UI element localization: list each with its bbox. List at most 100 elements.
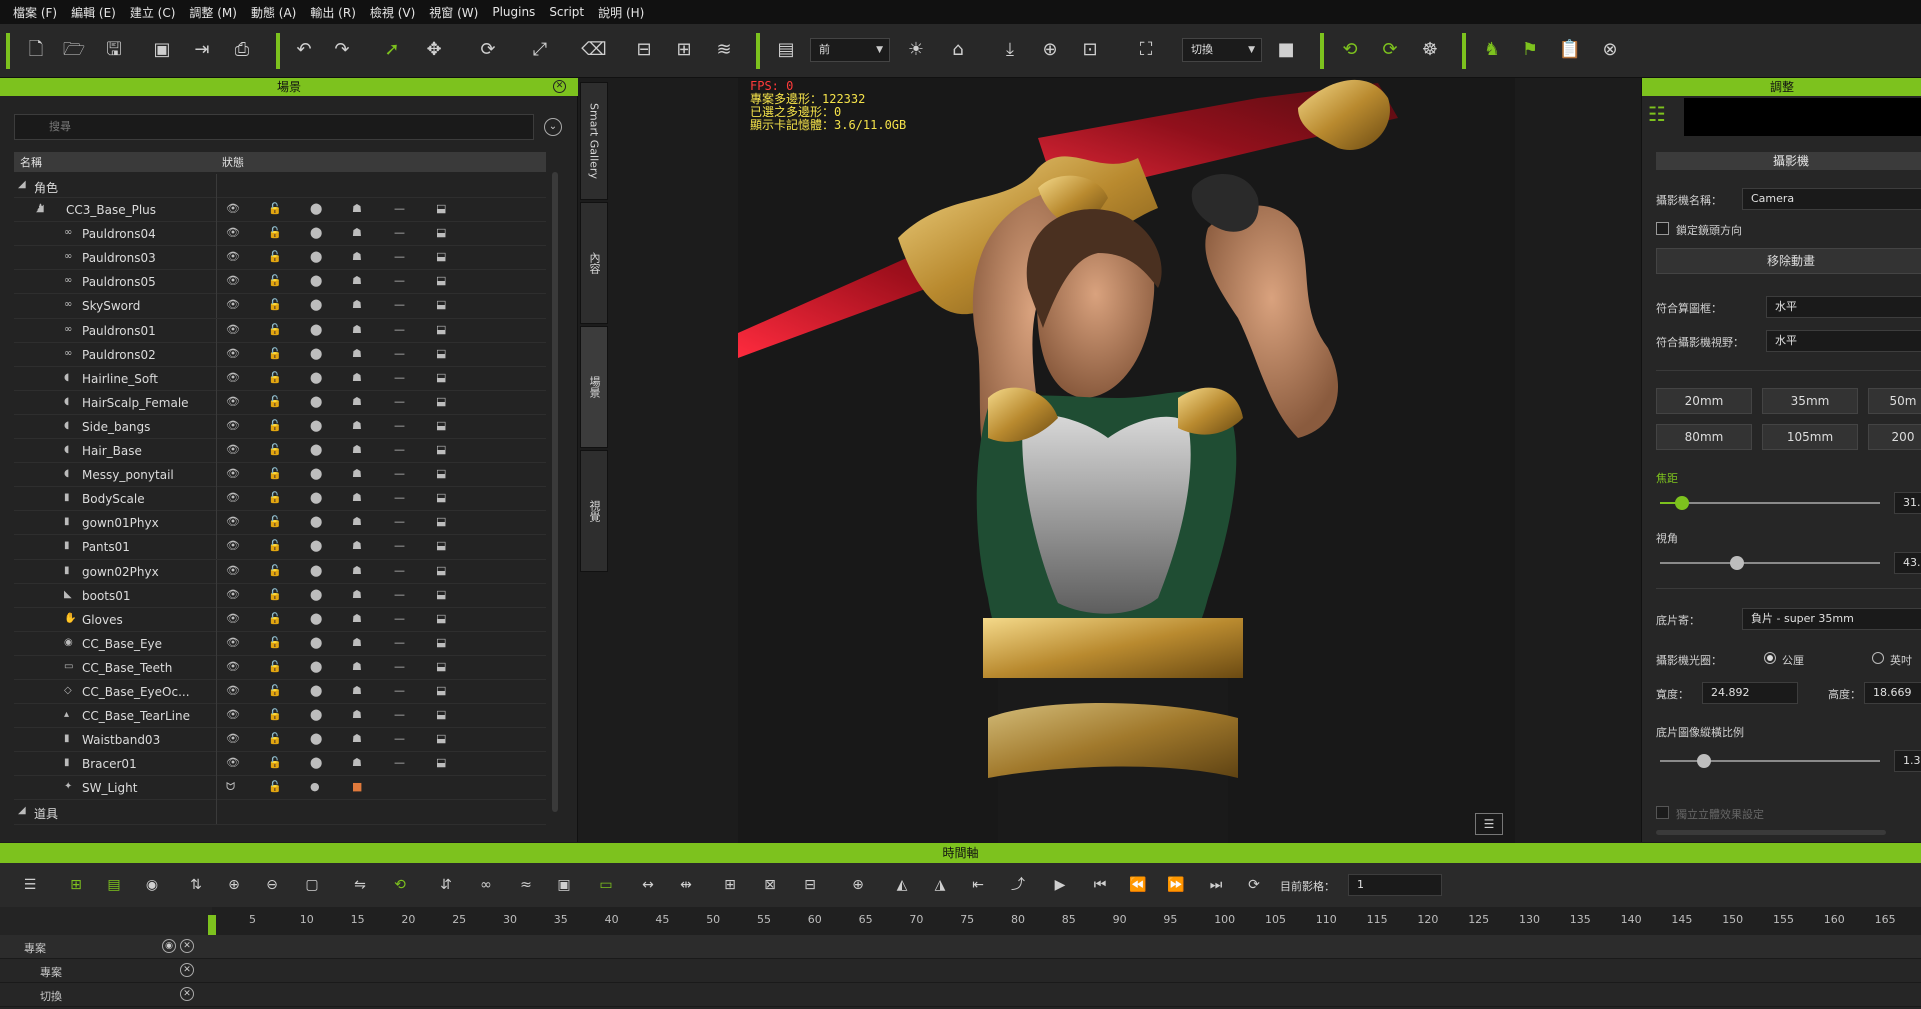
line-icon[interactable]: — — [394, 443, 405, 456]
line-icon[interactable]: — — [394, 491, 405, 504]
loop-mode-icon[interactable]: ⟳ — [1242, 873, 1266, 897]
shadow-icon[interactable]: ☗ — [352, 371, 362, 384]
eye-icon[interactable]: 👁 — [226, 250, 240, 263]
lock-icon[interactable]: 🔓 — [268, 250, 282, 263]
sphere-icon[interactable]: ● — [310, 780, 320, 793]
light-icon[interactable]: ☀ — [902, 36, 930, 64]
eye-icon[interactable]: 👁 — [226, 756, 240, 769]
sphere-icon[interactable]: ⬤ — [310, 419, 322, 432]
tree-row[interactable]: ▮ Bracer01 👁 🔓 ⬤ ☗ — ⬓ — [14, 752, 546, 777]
line-icon[interactable]: — — [394, 756, 405, 769]
open-folder-icon[interactable]: 🗁 — [60, 36, 88, 64]
sphere-icon[interactable]: ⬤ — [310, 274, 322, 287]
shadow-icon[interactable]: ☗ — [352, 491, 362, 504]
eye-icon[interactable]: 👁 — [226, 636, 240, 649]
physics-icon[interactable]: ⬓ — [436, 202, 446, 215]
redo-icon[interactable]: ↷ — [328, 36, 356, 64]
height-field[interactable]: 18.669 — [1864, 682, 1921, 704]
lock-icon[interactable]: 🔓 — [268, 371, 282, 384]
physics-icon[interactable]: ⬓ — [436, 371, 446, 384]
physics-icon[interactable]: ⬓ — [436, 660, 446, 673]
eye-icon[interactable]: 👁 — [226, 347, 240, 360]
shadow-icon[interactable]: ☗ — [352, 419, 362, 432]
modify-scrollbar[interactable] — [1656, 830, 1886, 835]
menu-item[interactable]: 動態 (A) — [244, 4, 303, 21]
sphere-icon[interactable]: ⬤ — [310, 684, 322, 697]
remove-marker-icon[interactable]: ⊠ — [758, 873, 782, 897]
fit-fov-dropdown[interactable]: 水平 — [1766, 330, 1921, 352]
sphere-icon[interactable]: ⬤ — [310, 660, 322, 673]
menu-item[interactable]: 說明 (H) — [591, 4, 651, 21]
tree-row[interactable]: ◇ CC_Base_EyeOc... 👁 🔓 ⬤ ☗ — ⬓ — [14, 679, 546, 705]
tab-smart-gallery[interactable]: Smart Gallery — [580, 82, 608, 200]
lock-icon[interactable]: 🔓 — [268, 491, 282, 504]
sphere-icon[interactable]: ⬤ — [310, 732, 322, 745]
zoom-icon[interactable]: ⊕ — [846, 873, 870, 897]
camera-icon[interactable]: ■ — [1272, 36, 1300, 64]
menu-item[interactable]: 輸出 (R) — [303, 4, 363, 21]
shadow-icon[interactable]: ☗ — [352, 588, 362, 601]
shadow-icon[interactable]: ☗ — [352, 395, 362, 408]
physics-icon[interactable]: ⬓ — [436, 491, 446, 504]
switch-dropdown[interactable]: 切換 ▼ — [1182, 38, 1262, 62]
3d-viewport[interactable]: FPS: 0 專案多邊形：122332 已選之多邊形：0 顯示卡記憶體：3.6/… — [738, 78, 1515, 843]
lock-icon[interactable]: 🔓 — [268, 467, 282, 480]
move-icon[interactable]: ✥ — [420, 36, 448, 64]
sphere-icon[interactable]: ⬤ — [310, 612, 322, 625]
sphere-icon[interactable]: ⬤ — [310, 371, 322, 384]
sphere-icon[interactable]: ⬤ — [310, 539, 322, 552]
current-frame-field[interactable]: 1 — [1348, 874, 1442, 896]
gizmo-icon[interactable]: ⊗ — [1596, 36, 1624, 64]
key-list-icon[interactable]: ▤ — [102, 873, 126, 897]
physics-icon[interactable]: ⬓ — [436, 612, 446, 625]
line-icon[interactable]: — — [394, 539, 405, 552]
blink-icon[interactable]: ≋ — [710, 36, 738, 64]
save-clip-icon[interactable]: ▣ — [552, 873, 576, 897]
unit-inch-radio[interactable] — [1872, 652, 1884, 664]
physics-icon[interactable]: ⬓ — [436, 298, 446, 311]
unit-metric-radio[interactable] — [1764, 652, 1776, 664]
export-icon[interactable]: ⇥ — [188, 36, 216, 64]
eye-icon[interactable]: 👁 — [226, 684, 240, 697]
home-icon[interactable]: ⌂ — [944, 36, 972, 64]
export-clip-icon[interactable]: ⤴ — [1006, 873, 1030, 897]
shadow-icon[interactable]: ☗ — [352, 323, 362, 336]
lock-icon[interactable]: 🔓 — [268, 780, 282, 793]
shadow-icon[interactable]: ☗ — [352, 226, 362, 239]
line-icon[interactable]: — — [394, 515, 405, 528]
prev-key-icon[interactable]: ◭ — [890, 873, 914, 897]
tree-row[interactable]: ◣ boots01 👁 🔓 ⬤ ☗ — ⬓ — [14, 583, 546, 608]
drop-to-floor-icon[interactable]: ⤓ — [996, 36, 1024, 64]
physics-icon[interactable]: ⬓ — [436, 564, 446, 577]
shadow-icon[interactable]: ☗ — [352, 684, 362, 697]
timeline-ruler[interactable]: 5 10 15 20 25 30 35 40 45 50 55 60 65 70 75 80 85 90 95 100… — [212, 907, 1921, 935]
eye-icon[interactable]: ◉ — [162, 939, 176, 953]
sphere-icon[interactable]: ⬤ — [310, 636, 322, 649]
eye-icon[interactable]: 👁 — [226, 226, 240, 239]
lock-icon[interactable]: 🔓 — [268, 684, 282, 697]
eye-icon[interactable]: 👁 — [226, 564, 240, 577]
fit-range-icon[interactable]: ⇹ — [674, 873, 698, 897]
physics-icon[interactable]: ⬓ — [436, 274, 446, 287]
tree-row[interactable]: ∞ SkySword 👁 🔓 ⬤ ☗ — ⬓ — [14, 294, 546, 319]
lock-icon[interactable]: 🔓 — [268, 756, 282, 769]
tree-row[interactable]: ◖ Hair_Base 👁 🔓 ⬤ ☗ — ⬓ — [14, 439, 546, 464]
tab-scene[interactable]: 場景 — [580, 326, 608, 448]
tree-row[interactable]: ∞ Pauldrons03 👁 🔓 ⬤ ☗ — ⬓ — [14, 246, 546, 271]
fit-icon[interactable]: ⛶ — [1132, 36, 1160, 64]
rotate-icon[interactable]: ⟳ — [474, 36, 502, 64]
unlink-icon[interactable]: ≈ — [514, 873, 538, 897]
tree-row[interactable]: ◖ Hairline_Soft 👁 🔓 ⬤ ☗ — ⬓ — [14, 366, 546, 391]
tab-content[interactable]: 內容 — [580, 202, 608, 324]
frame-all-icon[interactable]: ⊕ — [1036, 36, 1064, 64]
sphere-icon[interactable]: ⬤ — [310, 395, 322, 408]
reach-icon[interactable]: ⟳ — [1376, 36, 1404, 64]
close-icon[interactable]: ✕ — [553, 80, 566, 93]
tree-row[interactable]: ▮ gown01Phyx 👁 🔓 ⬤ ☗ — ⬓ — [14, 511, 546, 536]
lock-icon[interactable]: 🔓 — [268, 732, 282, 745]
track-row[interactable]: 專案 ✕ — [0, 959, 1921, 983]
menu-item[interactable]: 檔案 (F) — [6, 4, 64, 21]
physics-icon[interactable]: ⬓ — [436, 684, 446, 697]
sort-icon[interactable]: ⇵ — [434, 873, 458, 897]
align-icon[interactable]: ⊟ — [630, 36, 658, 64]
